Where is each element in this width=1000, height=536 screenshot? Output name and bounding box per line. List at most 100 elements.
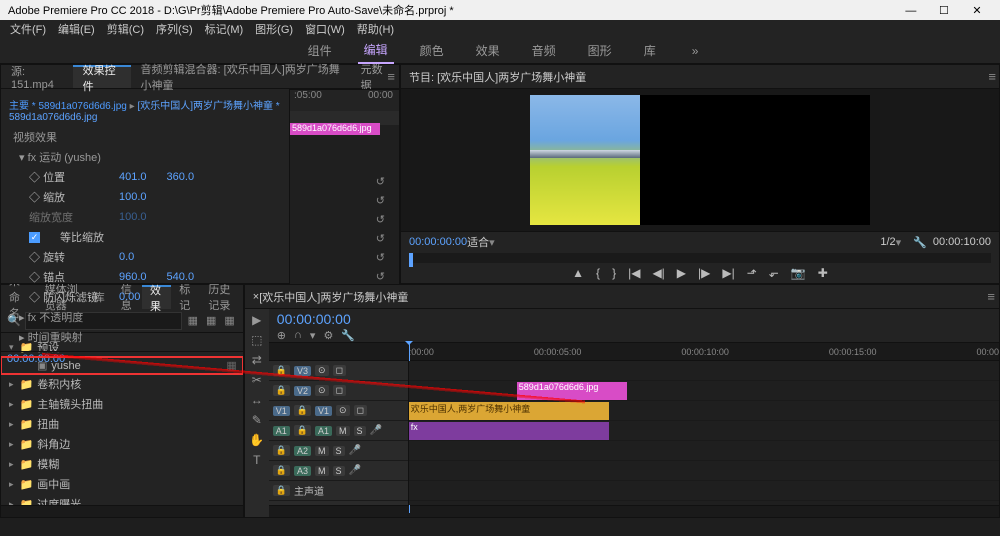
linked-selection-icon[interactable]: ∩	[294, 329, 302, 342]
program-monitor[interactable]	[401, 89, 999, 231]
track-a2[interactable]: A2	[294, 446, 311, 456]
close-button[interactable]: ✕	[962, 4, 992, 17]
effects-tree[interactable]: 📁 预设▣ yushe▦📁 卷积内核📁 主轴镜头扭曲📁 扭曲📁 斜角边📁 模糊📁…	[1, 333, 243, 505]
track-v3[interactable]: V3	[294, 366, 311, 376]
menu-graphics[interactable]: 图形(G)	[251, 21, 297, 37]
prop-antiflicker-value[interactable]: 0.00	[119, 291, 140, 303]
workspace-effects[interactable]: 效果	[470, 38, 506, 63]
fx-timeremap[interactable]: 时间重映射	[28, 332, 83, 344]
lock-icon[interactable]: 🔒	[273, 365, 290, 376]
menu-help[interactable]: 帮助(H)	[353, 21, 398, 37]
track-toggle[interactable]: ⊙	[315, 365, 329, 376]
menu-edit[interactable]: 编辑(E)	[54, 21, 99, 37]
slip-tool-icon[interactable]: ↔	[251, 393, 263, 407]
lock-icon[interactable]: 🔒	[294, 425, 311, 436]
mini-clip[interactable]: 589d1a076d6d6.jpg	[290, 123, 380, 135]
project-scroll[interactable]	[1, 505, 243, 517]
mark-out-icon[interactable]: }	[612, 266, 616, 280]
track-a3[interactable]: A3	[294, 466, 311, 476]
track-output[interactable]: ◻	[333, 385, 346, 396]
snap-icon[interactable]: ⊕	[277, 329, 286, 342]
menu-marker[interactable]: 标记(M)	[201, 21, 248, 37]
reset-icon[interactable]: ↺	[376, 232, 385, 245]
program-scale[interactable]: 1/2	[880, 236, 895, 248]
timeline-scroll[interactable]	[269, 505, 999, 517]
step-fwd-icon[interactable]: |▶	[698, 266, 710, 280]
mic-icon[interactable]: 🎤	[349, 445, 361, 456]
add-marker-icon[interactable]: ▲	[572, 266, 584, 280]
lock-icon[interactable]: 🔒	[294, 405, 311, 416]
lock-icon[interactable]: 🔒	[273, 385, 290, 396]
timeline-content[interactable]: 589d1a076d6d6.jpg 欢乐中国人,两岁广场舞小神童 fx	[409, 361, 999, 505]
menu-window[interactable]: 窗口(W)	[301, 21, 349, 37]
track-toggle[interactable]: ⊙	[336, 405, 350, 416]
mute-icon[interactable]: M	[315, 466, 329, 476]
tree-item[interactable]: 📁 模糊	[1, 454, 243, 474]
solo-icon[interactable]: S	[333, 466, 345, 476]
mute-icon[interactable]: M	[315, 446, 329, 456]
prop-anchor-y[interactable]: 540.0	[167, 271, 195, 283]
lift-icon[interactable]: ⬏	[747, 266, 757, 280]
clip-a1[interactable]: fx	[409, 422, 609, 440]
maximize-button[interactable]: ☐	[929, 4, 959, 17]
uniform-scale-checkbox[interactable]: ✓	[29, 232, 40, 243]
workspace-color[interactable]: 颜色	[414, 38, 450, 63]
step-back-icon[interactable]: ◀|	[652, 266, 664, 280]
source-v1[interactable]: V1	[273, 406, 290, 416]
track-select-tool-icon[interactable]: ⬚	[251, 333, 262, 347]
tree-item[interactable]: 📁 过度曝光	[1, 494, 243, 505]
razor-tool-icon[interactable]: ✂	[252, 373, 262, 387]
export-frame-icon[interactable]: 📷	[791, 266, 806, 280]
tab-source[interactable]: 源: 151.mp4	[1, 65, 73, 88]
menu-file[interactable]: 文件(F)	[6, 21, 50, 37]
menu-sequence[interactable]: 序列(S)	[152, 21, 197, 37]
mark-in-icon[interactable]: {	[596, 266, 600, 280]
panel-menu-icon[interactable]: ≡	[987, 289, 995, 304]
solo-icon[interactable]: S	[333, 446, 345, 456]
fx-opacity[interactable]: fx 不透明度	[28, 312, 84, 324]
goto-in-icon[interactable]: |◀	[628, 266, 640, 280]
wrench-icon[interactable]: 🔧	[913, 236, 927, 249]
lock-icon[interactable]: 🔒	[273, 465, 290, 476]
track-toggle[interactable]: ⊙	[315, 385, 329, 396]
goto-out-icon[interactable]: ▶|	[722, 266, 734, 280]
tree-item[interactable]: 📁 画中画	[1, 474, 243, 494]
track-output[interactable]: ◻	[333, 365, 346, 376]
menu-clip[interactable]: 剪辑(C)	[103, 21, 148, 37]
track-a1[interactable]: A1	[315, 426, 332, 436]
source-a1[interactable]: A1	[273, 426, 290, 436]
play-icon[interactable]: ▶	[677, 266, 686, 280]
tab-audio-mixer[interactable]: 音频剪辑混合器: [欢乐中国人]两岁广场舞小神童	[131, 65, 351, 88]
clip-v1[interactable]: 欢乐中国人,两岁广场舞小神童	[409, 402, 609, 420]
tree-item[interactable]: 📁 卷积内核	[1, 374, 243, 394]
program-fit[interactable]: 适合	[467, 234, 489, 250]
tree-item[interactable]: 📁 斜角边	[1, 434, 243, 454]
tree-item[interactable]: 📁 主轴镜头扭曲	[1, 394, 243, 414]
lock-icon[interactable]: 🔒	[273, 445, 290, 456]
track-output[interactable]: ◻	[354, 405, 367, 416]
track-master[interactable]: 主声道	[294, 483, 324, 498]
panel-menu-icon[interactable]: ≡	[387, 69, 395, 84]
reset-icon[interactable]: ↺	[376, 175, 385, 188]
workspace-libraries[interactable]: 库	[638, 38, 662, 63]
settings-icon[interactable]: ⚙	[323, 329, 333, 342]
prop-scale-value[interactable]: 100.0	[119, 191, 147, 203]
reset-icon[interactable]: ↺	[376, 194, 385, 207]
hand-tool-icon[interactable]: ✋	[249, 433, 264, 447]
reset-icon[interactable]: ↺	[376, 251, 385, 264]
timeline-title[interactable]: [欢乐中国人]两岁广场舞小神童	[259, 289, 408, 305]
prop-position-y[interactable]: 360.0	[167, 171, 195, 183]
prop-anchor-x[interactable]: 960.0	[119, 271, 147, 283]
mute-icon[interactable]: M	[336, 426, 350, 436]
marker-icon[interactable]: ▾	[310, 329, 316, 342]
track-v1[interactable]: V1	[315, 406, 332, 416]
timeline-ruler[interactable]: :00:00 00:00:05:00 00:00:10:00 00:00:15:…	[269, 343, 999, 361]
fx-motion[interactable]: fx 运动 (yushe)	[28, 152, 101, 164]
prop-rotation-value[interactable]: 0.0	[119, 251, 134, 263]
workspace-graphics[interactable]: 图形	[582, 38, 618, 63]
extract-icon[interactable]: ⬐	[769, 266, 779, 280]
mic-icon[interactable]: 🎤	[349, 465, 361, 476]
program-ruler[interactable]	[409, 253, 991, 263]
wrench-icon[interactable]: 🔧	[341, 329, 355, 342]
panel-menu-icon[interactable]: ≡	[988, 69, 996, 84]
